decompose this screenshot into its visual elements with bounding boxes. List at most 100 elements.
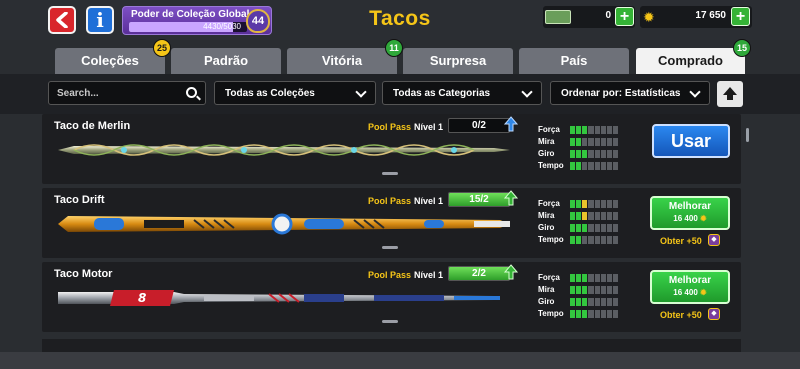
stat-segment <box>588 150 594 158</box>
stat-segment <box>612 224 618 232</box>
stat-segment <box>606 310 612 318</box>
add-coins-button[interactable]: + <box>731 7 750 26</box>
stat-giro: Giro <box>538 296 628 308</box>
stat-bar <box>570 150 618 158</box>
tab-comprado[interactable]: Comprado 15 <box>636 39 751 74</box>
tab-padrao[interactable]: Padrão <box>171 48 281 74</box>
stat-segment <box>600 212 606 220</box>
level-progress-bar: 2/2 <box>448 266 510 281</box>
stat-segment <box>570 310 576 318</box>
search-input[interactable]: Search... <box>48 81 206 105</box>
pool-pass-label: Pool Pass <box>368 122 412 132</box>
sort-dropdown[interactable]: Ordenar por: Estatísticas <box>550 81 710 105</box>
cash-value: 0 <box>605 10 611 21</box>
stat-segment <box>576 126 582 134</box>
stat-segment <box>582 298 588 306</box>
stat-segment <box>570 126 576 134</box>
stat-tempo: Tempo <box>538 160 628 172</box>
stat-bar <box>570 212 618 220</box>
stat-segment <box>606 286 612 294</box>
stat-segment <box>594 224 600 232</box>
stat-segment <box>582 200 588 208</box>
stat-segment <box>594 310 600 318</box>
stat-label: Giro <box>538 223 555 232</box>
stat-mira: Mira <box>538 284 628 296</box>
stat-segment <box>612 212 618 220</box>
stat-segment <box>582 126 588 134</box>
stat-bar <box>570 126 618 134</box>
stat-segment <box>582 236 588 244</box>
stat-bar <box>570 274 618 282</box>
stat-segment <box>570 200 576 208</box>
stat-segment <box>606 162 612 170</box>
stat-segment <box>612 126 618 134</box>
upgrade-cost-value: 16 400 <box>673 214 698 223</box>
stat-segment <box>576 138 582 146</box>
upgrade-button[interactable]: Melhorar 16 400 ✹ <box>650 196 730 230</box>
upgrade-cost: 16 400 ✹ <box>652 214 728 223</box>
stat-segment <box>600 224 606 232</box>
svg-text:8: 8 <box>138 291 146 305</box>
row-divider <box>382 246 398 249</box>
row-divider <box>382 320 398 323</box>
stat-segment <box>594 126 600 134</box>
cue-row-partial[interactable] <box>42 339 741 352</box>
add-cash-button[interactable]: + <box>615 7 634 26</box>
sort-direction-button[interactable] <box>717 81 743 107</box>
upgrade-button[interactable]: Melhorar 16 400 ✹ <box>650 270 730 304</box>
stat-segment <box>600 236 606 244</box>
stat-forca: Força <box>538 198 628 210</box>
tab-surpresa[interactable]: Surpresa <box>403 48 513 74</box>
stat-segment <box>606 212 612 220</box>
stat-segment <box>606 150 612 158</box>
cue-image-motor: 8 <box>58 290 500 306</box>
cue-image-merlin <box>58 144 510 156</box>
tab-colecoes[interactable]: Coleções 25 <box>55 39 171 74</box>
stat-label: Força <box>538 273 560 282</box>
cue-row-drift[interactable]: Taco Drift Pool Pass Nível 1 15/2 Força … <box>42 188 741 258</box>
stat-segment <box>576 200 582 208</box>
stat-segment <box>588 162 594 170</box>
stat-bar <box>570 310 618 318</box>
tab-badge: 15 <box>733 39 751 57</box>
stat-segment <box>576 150 582 158</box>
cue-name: Taco de Merlin <box>54 120 131 132</box>
upgrade-label: Melhorar <box>668 201 712 212</box>
tab-label: País <box>560 53 588 68</box>
cue-row-motor[interactable]: Taco Motor Pool Pass Nível 1 2/2 8 Força… <box>42 262 741 332</box>
collections-dropdown[interactable]: Todas as Coleções <box>214 81 376 105</box>
use-button[interactable]: Usar <box>652 124 730 158</box>
tab-vitoria[interactable]: Vitória 11 <box>287 39 403 74</box>
level-label: Nível 1 <box>414 270 444 280</box>
stat-segment <box>612 274 618 282</box>
stat-segment <box>600 150 606 158</box>
collections-dropdown-label: Todas as Coleções <box>225 88 315 99</box>
stat-mira: Mira <box>538 136 628 148</box>
level-up-arrow-icon <box>504 190 518 206</box>
cue-stats: Força Mira Giro Tempo <box>538 124 628 172</box>
stat-segment <box>576 162 582 170</box>
cue-name: Taco Motor <box>54 268 113 280</box>
categories-dropdown[interactable]: Todas as Categorias <box>382 81 542 105</box>
stat-segment <box>582 310 588 318</box>
stat-label: Mira <box>538 137 555 146</box>
stat-segment <box>576 298 582 306</box>
arrow-up-icon <box>717 81 743 107</box>
level-progress-value: 0/2 <box>472 120 486 131</box>
stat-segment <box>606 138 612 146</box>
categories-dropdown-label: Todas as Categorias <box>393 88 491 99</box>
cue-row-merlin[interactable]: Taco de Merlin Pool Pass Nível 1 0/2 For… <box>42 114 741 184</box>
stat-segment <box>606 274 612 282</box>
stat-segment <box>576 224 582 232</box>
stat-segment <box>606 126 612 134</box>
stat-segment <box>588 224 594 232</box>
sort-dropdown-label: Ordenar por: Estatísticas <box>561 88 681 99</box>
tab-badge: 25 <box>153 39 171 57</box>
stat-bar <box>570 162 618 170</box>
stat-segment <box>612 236 618 244</box>
level-label: Nível 1 <box>414 122 444 132</box>
cue-image-drift <box>58 213 510 235</box>
tab-pais[interactable]: País <box>519 48 629 74</box>
row-divider <box>382 172 398 175</box>
stat-segment <box>588 200 594 208</box>
